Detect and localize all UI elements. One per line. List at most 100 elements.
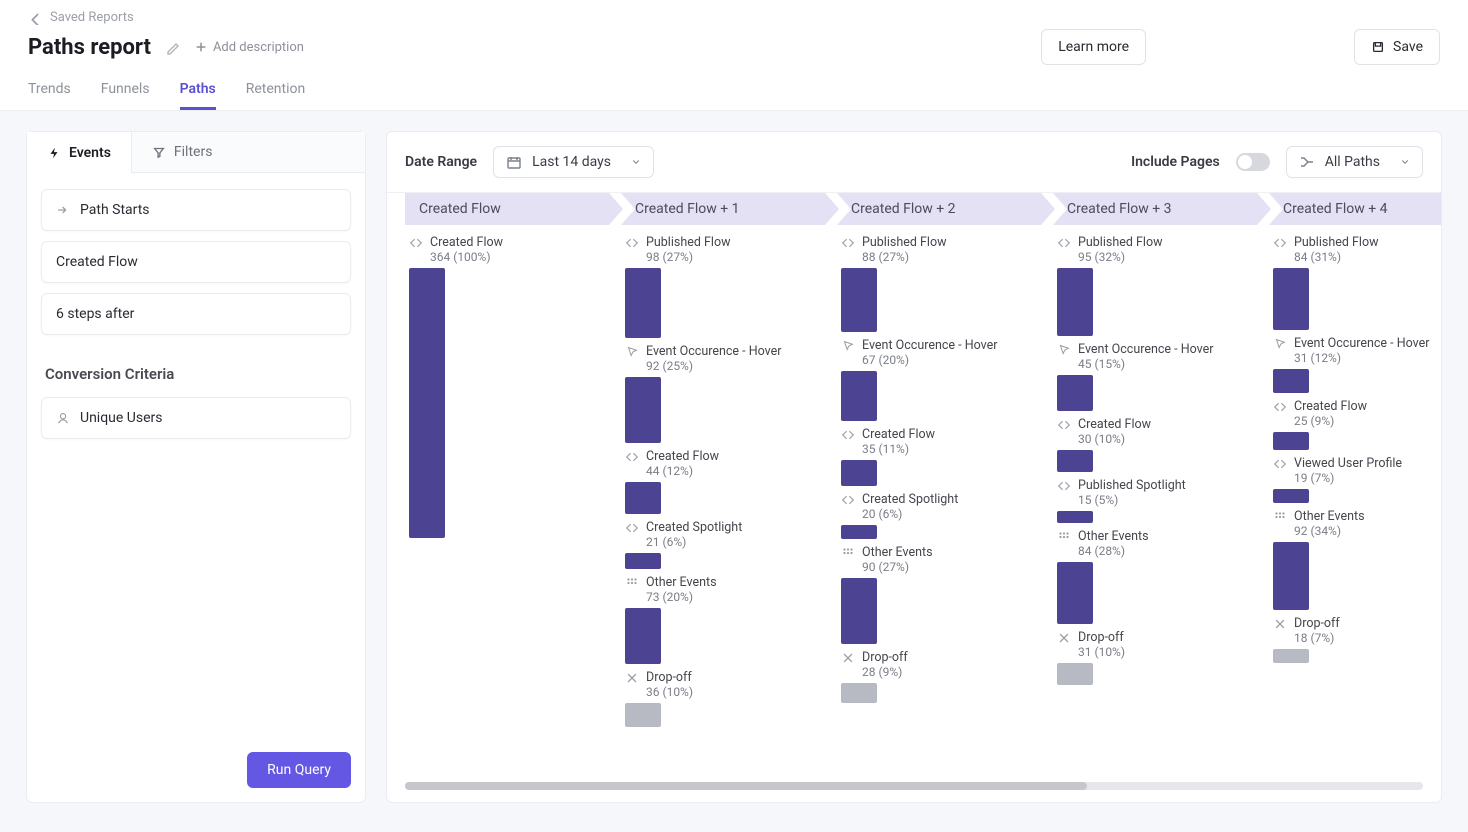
cursor-icon <box>625 345 639 359</box>
path-event[interactable]: Drop-off31 (10%) <box>1057 630 1261 685</box>
steps-after-card[interactable]: 6 steps after <box>41 293 351 335</box>
sidebar-tab-events[interactable]: Events <box>27 132 132 173</box>
path-event[interactable]: Event Occurence - Hover31 (12%) <box>1273 336 1441 393</box>
start-event-card[interactable]: Created Flow <box>41 241 351 283</box>
conversion-criteria-card[interactable]: Unique Users <box>41 397 351 439</box>
event-bar <box>841 268 877 332</box>
path-event[interactable]: Created Flow44 (12%) <box>625 449 829 514</box>
path-event[interactable]: Viewed User Profile19 (7%) <box>1273 456 1441 503</box>
code-icon <box>841 493 855 507</box>
learn-more-button[interactable]: Learn more <box>1041 29 1146 65</box>
sankey-icon <box>1299 154 1315 170</box>
path-event[interactable]: Published Flow88 (27%) <box>841 235 1045 332</box>
grid-icon <box>1273 510 1287 524</box>
cursor-icon <box>1273 337 1287 351</box>
edit-title-icon[interactable] <box>165 39 181 55</box>
event-bar <box>1057 562 1093 624</box>
path-step-column: Created Flow + 4 Published Flow84 (31%) Ev… <box>1269 193 1441 743</box>
path-event[interactable]: Created Flow25 (9%) <box>1273 399 1441 450</box>
event-bar <box>625 703 661 727</box>
path-event[interactable]: Created Flow35 (11%) <box>841 427 1045 486</box>
sidebar-tab-filters[interactable]: Filters <box>132 132 365 173</box>
event-bar <box>625 482 661 514</box>
event-bar <box>841 525 877 539</box>
path-event[interactable]: Other Events84 (28%) <box>1057 529 1261 624</box>
tab-trends[interactable]: Trends <box>28 81 71 110</box>
path-event[interactable]: Event Occurence - Hover92 (25%) <box>625 344 829 443</box>
event-name: Drop-off <box>1294 616 1340 631</box>
add-description[interactable]: Add description <box>195 40 304 55</box>
code-icon <box>625 521 639 535</box>
event-bar <box>1273 268 1309 330</box>
path-event[interactable]: Event Occurence - Hover45 (15%) <box>1057 342 1261 411</box>
code-icon <box>625 236 639 250</box>
back-to-saved-reports[interactable]: Saved Reports <box>28 10 1440 25</box>
event-value: 28 (9%) <box>862 665 908 679</box>
path-event[interactable]: Published Spotlight15 (5%) <box>1057 478 1261 523</box>
event-value: 30 (10%) <box>1078 432 1151 446</box>
code-icon <box>1273 457 1287 471</box>
path-step-column: Created Flow + 3Published Flow95 (32%)Ev… <box>1053 193 1269 743</box>
path-event[interactable]: Created Flow364 (100%) <box>409 235 613 538</box>
path-event[interactable]: Drop-off36 (10%) <box>625 670 829 727</box>
x-icon <box>841 651 855 665</box>
event-bar <box>841 683 877 703</box>
date-range-selector[interactable]: Last 14 days <box>493 146 654 178</box>
path-event[interactable]: Created Spotlight21 (6%) <box>625 520 829 569</box>
path-starts-card[interactable]: Path Starts <box>41 189 351 231</box>
tab-paths[interactable]: Paths <box>180 81 216 110</box>
path-step-header: Created Flow <box>405 193 623 225</box>
event-value: 45 (15%) <box>1078 357 1214 371</box>
tab-retention[interactable]: Retention <box>246 81 306 110</box>
path-event[interactable]: Drop-off18 (7%) <box>1273 616 1441 663</box>
include-pages-toggle[interactable] <box>1236 153 1270 171</box>
all-paths-selector[interactable]: All Paths <box>1286 146 1423 178</box>
event-name: Published Flow <box>1294 235 1378 250</box>
path-event[interactable]: Event Occurence - Hover67 (20%) <box>841 338 1045 421</box>
event-name: Published Flow <box>646 235 730 250</box>
grid-icon <box>1057 530 1071 544</box>
event-bar <box>1057 511 1093 523</box>
event-name: Event Occurence - Hover <box>1078 342 1214 357</box>
arrow-left-icon <box>28 11 42 25</box>
event-value: 18 (7%) <box>1294 631 1340 645</box>
code-icon <box>1273 236 1287 250</box>
event-name: Viewed User Profile <box>1294 456 1402 471</box>
path-step-header: Created Flow + 4 <box>1269 193 1441 225</box>
event-name: Created Flow <box>1078 417 1151 432</box>
event-value: 92 (34%) <box>1294 524 1365 538</box>
horizontal-scrollbar[interactable] <box>405 782 1423 790</box>
cursor-icon <box>1057 343 1071 357</box>
save-button[interactable]: Save <box>1354 29 1440 65</box>
path-event[interactable]: Drop-off28 (9%) <box>841 650 1045 703</box>
event-bar <box>1273 432 1309 450</box>
include-pages-label: Include Pages <box>1131 154 1220 170</box>
event-name: Published Flow <box>862 235 946 250</box>
event-value: 98 (27%) <box>646 250 730 264</box>
path-event[interactable]: Published Flow84 (31%) <box>1273 235 1441 330</box>
path-event[interactable]: Created Flow30 (10%) <box>1057 417 1261 472</box>
code-icon <box>625 450 639 464</box>
event-name: Other Events <box>1294 509 1365 524</box>
path-step-header: Created Flow + 2 <box>837 193 1055 225</box>
event-bar <box>1273 649 1309 663</box>
event-bar <box>841 371 877 421</box>
run-query-button[interactable]: Run Query <box>247 752 351 788</box>
path-event[interactable]: Published Flow95 (32%) <box>1057 235 1261 336</box>
bolt-icon <box>47 146 61 160</box>
path-event[interactable]: Published Flow98 (27%) <box>625 235 829 338</box>
event-name: Other Events <box>1078 529 1149 544</box>
conversion-criteria-label: Conversion Criteria <box>41 365 351 383</box>
event-bar <box>625 268 661 338</box>
path-event[interactable]: Other Events73 (20%) <box>625 575 829 664</box>
path-event[interactable]: Other Events92 (34%) <box>1273 509 1441 610</box>
event-bar <box>841 460 877 486</box>
tab-funnels[interactable]: Funnels <box>101 81 150 110</box>
event-name: Created Spotlight <box>646 520 742 535</box>
path-step-header: Created Flow + 1 <box>621 193 839 225</box>
path-event[interactable]: Created Spotlight20 (6%) <box>841 492 1045 539</box>
path-event[interactable]: Other Events90 (27%) <box>841 545 1045 644</box>
event-value: 44 (12%) <box>646 464 719 478</box>
results-canvas: Date Range Last 14 days Include Pages Al… <box>386 131 1442 803</box>
event-name: Created Flow <box>646 449 719 464</box>
